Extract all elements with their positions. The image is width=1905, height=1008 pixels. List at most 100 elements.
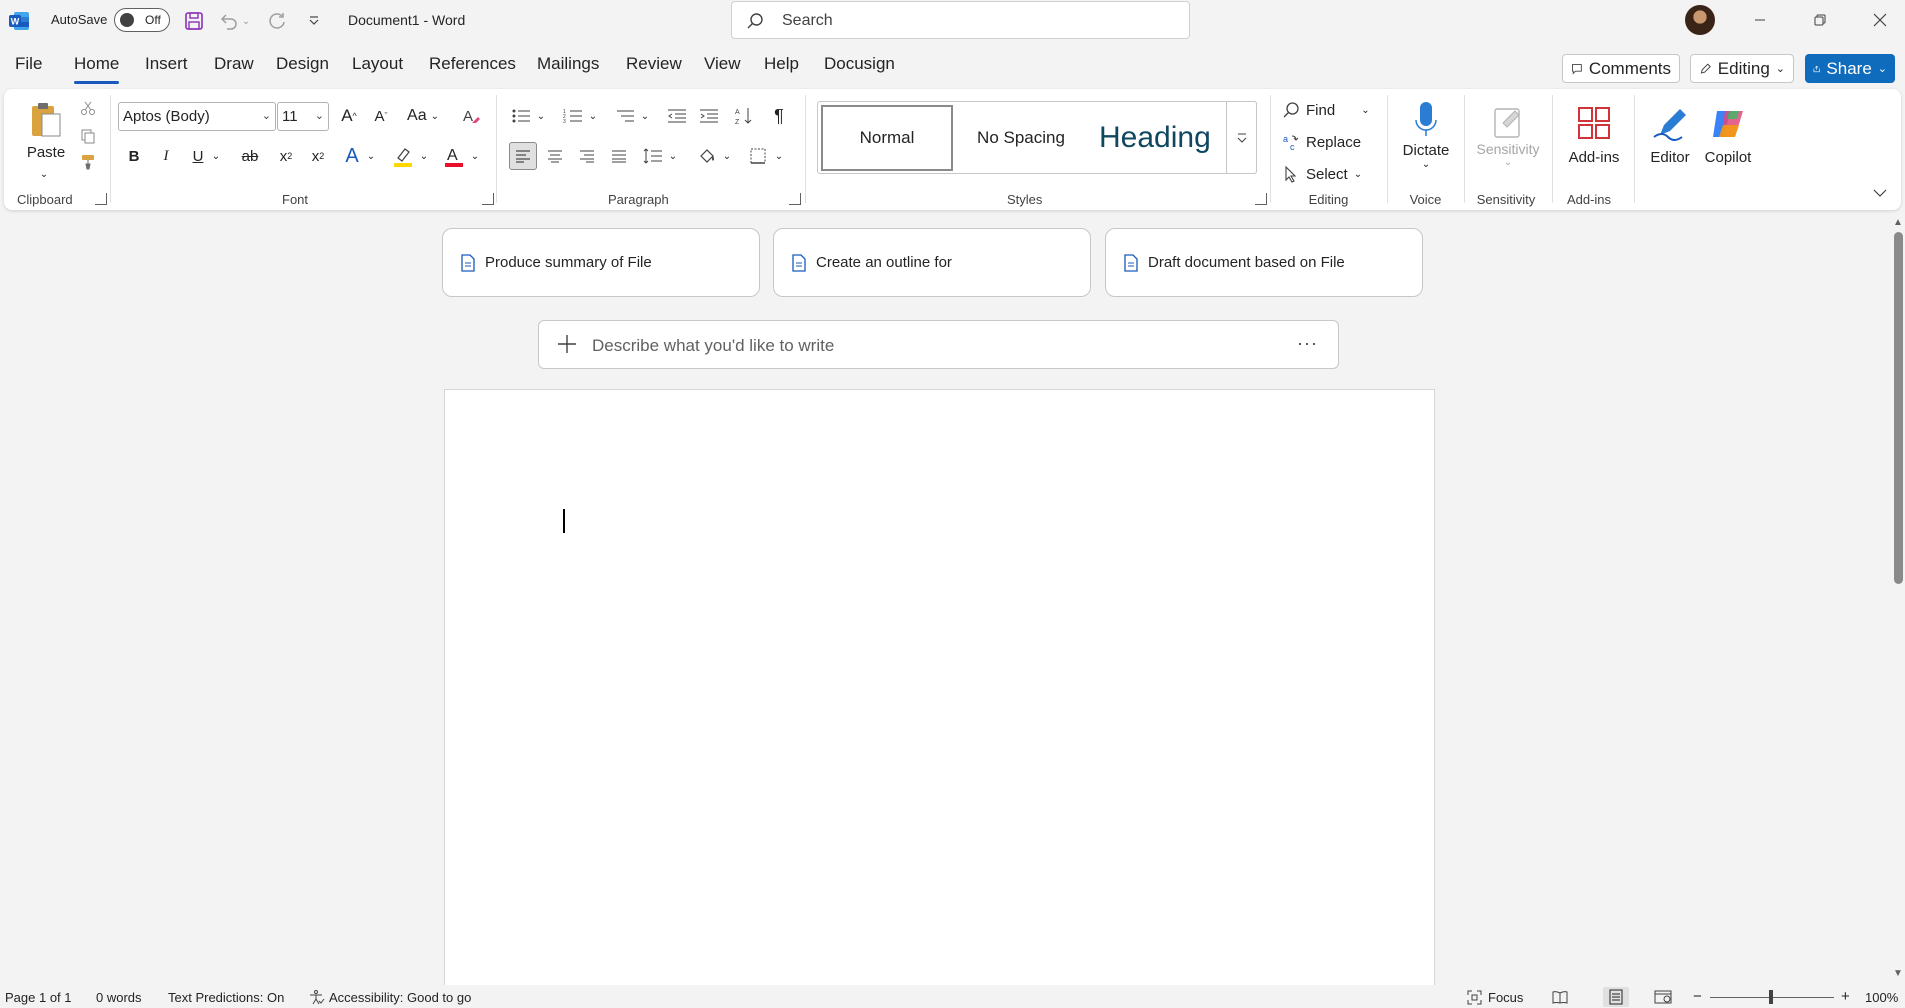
italic-icon[interactable]: I — [154, 142, 178, 170]
zoom-in-button[interactable]: + — [1841, 988, 1850, 1005]
undo-icon[interactable] — [216, 9, 240, 33]
minimize-button[interactable] — [1731, 0, 1789, 40]
grow-font-icon[interactable]: A ^ — [335, 102, 363, 130]
user-avatar[interactable] — [1685, 5, 1715, 35]
font-size-combo[interactable]: 11 ⌄ — [277, 102, 329, 131]
bullets-dropdown-icon[interactable]: ⌄ — [534, 102, 548, 130]
sensitivity-button[interactable]: Sensitivity ⌄ — [1471, 95, 1545, 175]
change-case-button[interactable]: Aa ⌄ — [402, 102, 444, 130]
focus-button[interactable]: Focus — [1467, 990, 1523, 1005]
zoom-out-button[interactable]: − — [1693, 988, 1702, 1005]
numbering-dropdown-icon[interactable]: ⌄ — [586, 102, 600, 130]
customize-toolbar-icon[interactable] — [302, 9, 326, 33]
format-painter-icon[interactable] — [76, 151, 100, 173]
plus-icon[interactable] — [555, 332, 579, 356]
suggestion-card[interactable]: Draft document based on File — [1105, 228, 1423, 297]
tab-help[interactable]: Help — [764, 54, 799, 74]
tab-mailings[interactable]: Mailings — [537, 54, 599, 74]
suggestion-card[interactable]: Create an outline for — [773, 228, 1091, 297]
increase-indent-icon[interactable] — [696, 102, 722, 130]
print-layout-icon[interactable] — [1603, 987, 1629, 1007]
share-button[interactable]: Share ⌄ — [1805, 54, 1895, 83]
style-normal[interactable]: Normal — [821, 105, 953, 171]
tab-home[interactable]: Home — [74, 54, 120, 84]
collapse-ribbon-icon[interactable] — [1870, 185, 1890, 201]
comments-button[interactable]: Comments — [1562, 54, 1680, 83]
highlight-icon[interactable] — [389, 142, 417, 170]
style-no-spacing[interactable]: No Spacing — [955, 105, 1087, 171]
shrink-font-icon[interactable]: Aˇ — [367, 102, 395, 130]
accessibility-status[interactable]: Accessibility: Good to go — [309, 990, 471, 1005]
suggestion-card[interactable]: Produce summary of File — [442, 228, 760, 297]
bold-icon[interactable]: B — [122, 142, 146, 170]
highlight-dropdown-icon[interactable]: ⌄ — [417, 142, 431, 170]
align-right-icon[interactable] — [574, 142, 600, 170]
dictate-button[interactable]: Dictate ⌄ — [1394, 95, 1458, 175]
show-marks-icon[interactable]: ¶ — [766, 102, 792, 130]
document-page[interactable] — [444, 389, 1435, 985]
tab-docusign[interactable]: Docusign — [824, 54, 895, 74]
numbering-icon[interactable]: 123 — [560, 102, 586, 130]
copilot-prompt-box[interactable]: Describe what you'd like to write ··· — [538, 320, 1339, 369]
decrease-indent-icon[interactable] — [664, 102, 690, 130]
multilevel-dropdown-icon[interactable]: ⌄ — [638, 102, 652, 130]
paste-button[interactable]: Paste — [18, 95, 74, 165]
scroll-down-icon[interactable]: ▼ — [1893, 968, 1903, 979]
redo-icon[interactable] — [265, 9, 289, 33]
tab-view[interactable]: View — [704, 54, 741, 74]
copilot-button[interactable]: Copilot — [1698, 95, 1758, 175]
font-color-dropdown-icon[interactable]: ⌄ — [468, 142, 482, 170]
zoom-level[interactable]: 100% — [1865, 990, 1898, 1005]
multilevel-list-icon[interactable] — [612, 102, 638, 130]
font-launcher-icon[interactable] — [482, 193, 494, 205]
style-heading[interactable]: Heading — [1089, 105, 1219, 171]
shading-icon[interactable] — [694, 142, 720, 170]
tab-insert[interactable]: Insert — [145, 54, 188, 74]
line-spacing-dropdown-icon[interactable]: ⌄ — [666, 142, 680, 170]
styles-launcher-icon[interactable] — [1255, 193, 1267, 205]
paste-dropdown-icon[interactable]: ⌄ — [34, 167, 54, 181]
autosave-toggle[interactable]: Off — [114, 8, 170, 32]
add-ins-button[interactable]: Add-ins — [1559, 95, 1629, 175]
superscript-icon[interactable]: x2 — [304, 142, 332, 170]
restore-button[interactable] — [1791, 0, 1849, 40]
word-count[interactable]: 0 words — [96, 990, 142, 1005]
search-box[interactable]: Search — [731, 1, 1190, 39]
tab-draw[interactable]: Draw — [214, 54, 254, 74]
save-icon[interactable] — [182, 9, 206, 33]
close-button[interactable] — [1851, 0, 1905, 40]
tab-references[interactable]: References — [429, 54, 516, 74]
paragraph-launcher-icon[interactable] — [789, 193, 801, 205]
cut-icon[interactable] — [76, 97, 100, 119]
underline-dropdown-icon[interactable]: ⌄ — [209, 142, 223, 170]
shading-dropdown-icon[interactable]: ⌄ — [720, 142, 734, 170]
align-center-icon[interactable] — [542, 142, 568, 170]
find-button[interactable]: Find ⌄ — [1282, 97, 1378, 123]
underline-icon[interactable]: U — [186, 142, 210, 170]
replace-button[interactable]: ac Replace — [1282, 129, 1378, 155]
tab-layout[interactable]: Layout — [352, 54, 403, 74]
scrollbar-thumb[interactable] — [1894, 232, 1903, 584]
borders-icon[interactable] — [745, 142, 771, 170]
strikethrough-icon[interactable]: ab — [236, 142, 264, 170]
tab-design[interactable]: Design — [276, 54, 329, 74]
page-count[interactable]: Page 1 of 1 — [5, 990, 72, 1005]
copy-icon[interactable] — [76, 125, 100, 147]
line-spacing-icon[interactable] — [640, 142, 666, 170]
tab-review[interactable]: Review — [626, 54, 682, 74]
undo-dropdown-icon[interactable]: ⌄ — [240, 9, 252, 33]
subscript-icon[interactable]: x2 — [272, 142, 300, 170]
text-predictions-status[interactable]: Text Predictions: On — [168, 990, 284, 1005]
align-left-icon[interactable] — [509, 142, 537, 170]
styles-more-button[interactable] — [1226, 101, 1257, 174]
web-layout-icon[interactable] — [1654, 990, 1672, 1004]
borders-dropdown-icon[interactable]: ⌄ — [772, 142, 786, 170]
sort-icon[interactable]: AZ — [731, 102, 757, 130]
font-name-combo[interactable]: Aptos (Body) ⌄ — [118, 102, 276, 131]
scroll-up-icon[interactable]: ▲ — [1893, 217, 1903, 228]
text-effects-icon[interactable]: A — [339, 142, 365, 170]
select-button[interactable]: Select ⌄ — [1282, 161, 1378, 187]
justify-icon[interactable] — [606, 142, 632, 170]
tab-file[interactable]: File — [15, 54, 42, 74]
zoom-slider-thumb[interactable] — [1769, 990, 1773, 1004]
